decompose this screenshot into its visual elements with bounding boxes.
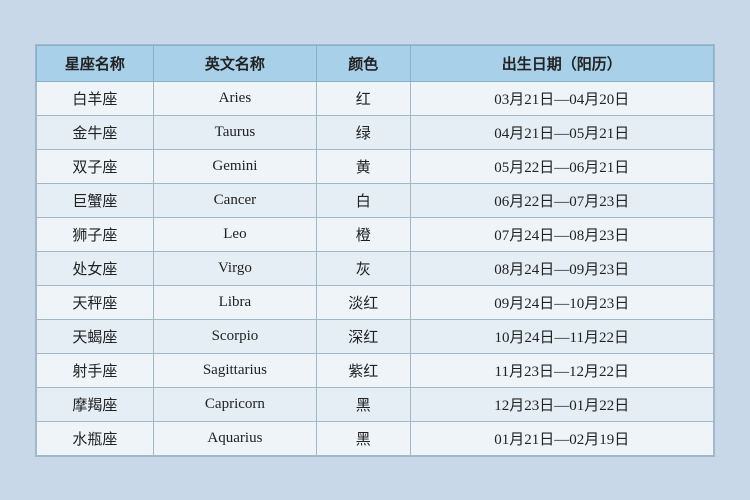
cell-zh: 狮子座	[37, 217, 154, 251]
cell-color: 黑	[317, 421, 410, 455]
cell-color: 黑	[317, 387, 410, 421]
cell-date: 12月23日—01月22日	[410, 387, 714, 421]
cell-en: Cancer	[153, 183, 316, 217]
cell-zh: 天秤座	[37, 285, 154, 319]
header-en: 英文名称	[153, 45, 316, 81]
cell-en: Sagittarius	[153, 353, 316, 387]
cell-color: 白	[317, 183, 410, 217]
cell-zh: 水瓶座	[37, 421, 154, 455]
table-header-row: 星座名称 英文名称 颜色 出生日期（阳历）	[37, 45, 714, 81]
cell-zh: 金牛座	[37, 115, 154, 149]
header-date: 出生日期（阳历）	[410, 45, 714, 81]
cell-date: 11月23日—12月22日	[410, 353, 714, 387]
cell-date: 01月21日—02月19日	[410, 421, 714, 455]
table-row: 双子座Gemini黄05月22日—06月21日	[37, 149, 714, 183]
cell-zh: 巨蟹座	[37, 183, 154, 217]
cell-color: 灰	[317, 251, 410, 285]
table-row: 巨蟹座Cancer白06月22日—07月23日	[37, 183, 714, 217]
table-row: 狮子座Leo橙07月24日—08月23日	[37, 217, 714, 251]
cell-zh: 射手座	[37, 353, 154, 387]
table-row: 处女座Virgo灰08月24日—09月23日	[37, 251, 714, 285]
table-row: 天蝎座Scorpio深红10月24日—11月22日	[37, 319, 714, 353]
cell-color: 黄	[317, 149, 410, 183]
table-row: 射手座Sagittarius紫红11月23日—12月22日	[37, 353, 714, 387]
cell-date: 07月24日—08月23日	[410, 217, 714, 251]
cell-date: 08月24日—09月23日	[410, 251, 714, 285]
cell-date: 09月24日—10月23日	[410, 285, 714, 319]
cell-date: 10月24日—11月22日	[410, 319, 714, 353]
cell-zh: 白羊座	[37, 81, 154, 115]
cell-color: 深红	[317, 319, 410, 353]
cell-color: 橙	[317, 217, 410, 251]
cell-en: Capricorn	[153, 387, 316, 421]
cell-date: 04月21日—05月21日	[410, 115, 714, 149]
cell-en: Libra	[153, 285, 316, 319]
cell-en: Aries	[153, 81, 316, 115]
cell-zh: 天蝎座	[37, 319, 154, 353]
table-row: 水瓶座Aquarius黑01月21日—02月19日	[37, 421, 714, 455]
header-zh: 星座名称	[37, 45, 154, 81]
table-row: 白羊座Aries红03月21日—04月20日	[37, 81, 714, 115]
cell-en: Virgo	[153, 251, 316, 285]
cell-en: Aquarius	[153, 421, 316, 455]
header-color: 颜色	[317, 45, 410, 81]
cell-color: 绿	[317, 115, 410, 149]
zodiac-table-container: 星座名称 英文名称 颜色 出生日期（阳历） 白羊座Aries红03月21日—04…	[35, 44, 715, 457]
cell-color: 淡红	[317, 285, 410, 319]
cell-zh: 处女座	[37, 251, 154, 285]
cell-en: Leo	[153, 217, 316, 251]
cell-date: 03月21日—04月20日	[410, 81, 714, 115]
cell-date: 05月22日—06月21日	[410, 149, 714, 183]
cell-color: 紫红	[317, 353, 410, 387]
table-row: 金牛座Taurus绿04月21日—05月21日	[37, 115, 714, 149]
cell-zh: 摩羯座	[37, 387, 154, 421]
cell-en: Scorpio	[153, 319, 316, 353]
cell-en: Gemini	[153, 149, 316, 183]
cell-color: 红	[317, 81, 410, 115]
table-row: 摩羯座Capricorn黑12月23日—01月22日	[37, 387, 714, 421]
cell-en: Taurus	[153, 115, 316, 149]
table-row: 天秤座Libra淡红09月24日—10月23日	[37, 285, 714, 319]
cell-date: 06月22日—07月23日	[410, 183, 714, 217]
cell-zh: 双子座	[37, 149, 154, 183]
zodiac-table: 星座名称 英文名称 颜色 出生日期（阳历） 白羊座Aries红03月21日—04…	[36, 45, 714, 456]
